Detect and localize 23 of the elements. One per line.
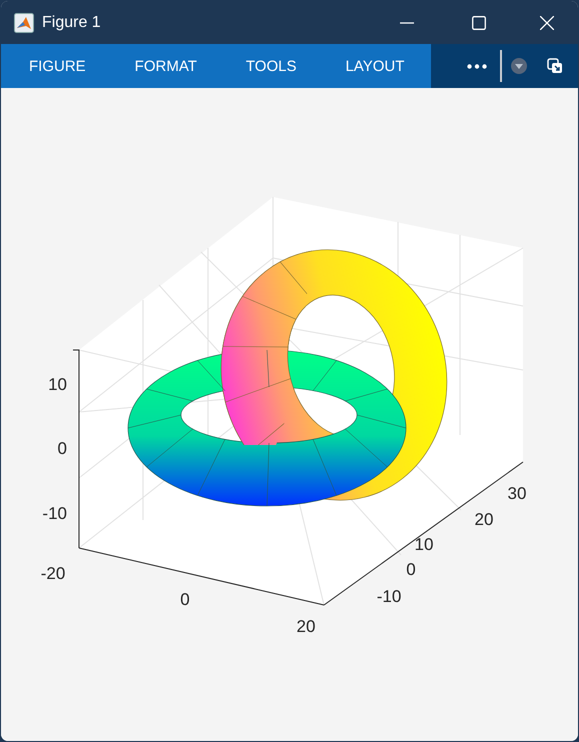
minimize-icon [400, 22, 414, 24]
tick-label: 0 [180, 590, 190, 609]
tick-label: 30 [508, 484, 526, 503]
tick-label: -10 [376, 587, 402, 606]
tick-label: 0 [58, 439, 67, 458]
window-title: Figure 1 [42, 14, 101, 32]
more-icon[interactable] [467, 64, 487, 68]
toolstrip-tab[interactable]: FORMAT [122, 44, 210, 88]
tick-label: -10 [42, 504, 67, 523]
maximize-icon [472, 16, 486, 30]
app-logo-icon [14, 12, 34, 32]
tick-label: 10 [48, 375, 67, 394]
close-icon [540, 16, 554, 30]
tick-label: 20 [296, 617, 316, 636]
tick-label: -20 [40, 564, 66, 583]
toolstrip-tab[interactable]: TOOLS [232, 44, 310, 88]
undock-icon[interactable] [547, 58, 563, 74]
tick-label: 0 [406, 560, 416, 579]
tick-label: 10 [414, 535, 434, 554]
dropdown-icon[interactable] [511, 58, 527, 74]
tick-label: 20 [474, 510, 494, 529]
toolstrip-tab[interactable]: FIGURE [16, 44, 99, 88]
toolstrip-tab[interactable]: LAYOUT [332, 44, 418, 88]
